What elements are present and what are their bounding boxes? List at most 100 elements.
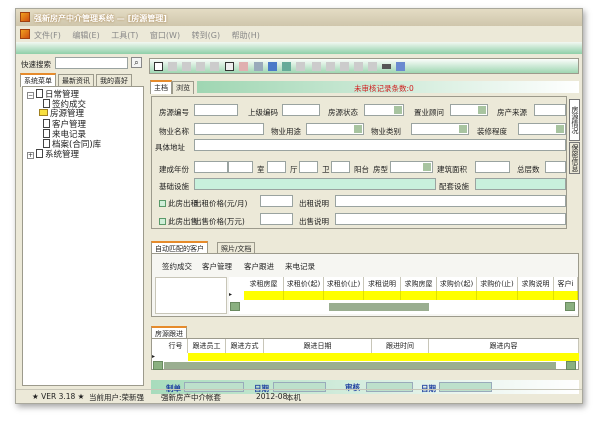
app-menu-icon[interactable] <box>20 29 30 39</box>
grid-cell[interactable] <box>437 291 477 300</box>
column-header[interactable]: 求租房屋 <box>244 277 284 291</box>
tab-main[interactable]: 主档 <box>150 80 172 94</box>
menu-file[interactable]: 文件(F) <box>34 31 61 40</box>
grid-cell[interactable] <box>554 291 578 300</box>
column-header[interactable]: 求购价(止) <box>477 277 518 291</box>
undo-icon[interactable] <box>210 62 219 71</box>
year-input[interactable] <box>194 161 228 173</box>
sale-note-input[interactable] <box>335 213 566 225</box>
find-icon[interactable] <box>282 62 291 71</box>
grid-cell[interactable] <box>518 291 554 300</box>
menu-tools[interactable]: 工具(T) <box>111 31 138 40</box>
grid-cell[interactable] <box>188 353 226 361</box>
btn-customer-follow[interactable]: 客户跟进 <box>244 261 274 272</box>
menu-help[interactable]: 帮助(H) <box>232 31 260 40</box>
column-header[interactable]: 求购房屋 <box>401 277 437 291</box>
grid-cell[interactable] <box>477 291 518 300</box>
rent-note-input[interactable] <box>335 195 566 207</box>
grid-cell[interactable] <box>244 291 284 300</box>
column-header[interactable]: 客户i <box>554 277 578 291</box>
hall-input[interactable] <box>299 161 318 173</box>
preview-icon[interactable] <box>254 62 263 71</box>
menu-window[interactable]: 窗口(W) <box>150 31 180 40</box>
grid-cell[interactable] <box>164 353 188 361</box>
refresh-icon[interactable] <box>225 62 234 71</box>
scroll-right-button[interactable] <box>565 302 575 311</box>
edit-icon[interactable] <box>168 62 177 71</box>
follow-grid[interactable]: ▸ 行号 跟进员工 跟进方式 跟进日期 跟进时间 跟进内容 <box>151 338 579 370</box>
menu-goto[interactable]: 转到(G) <box>192 31 220 40</box>
checkbox-icon[interactable] <box>159 218 166 225</box>
calc-icon[interactable] <box>312 62 321 71</box>
column-header[interactable]: 求租说明 <box>364 277 401 291</box>
last-icon[interactable] <box>368 62 377 71</box>
column-header[interactable]: 求租价(止) <box>324 277 364 291</box>
use-select[interactable] <box>306 123 364 135</box>
delete-icon[interactable] <box>239 62 248 71</box>
column-header[interactable]: 跟进内容 <box>429 339 579 353</box>
infrastructure-input[interactable] <box>194 178 436 190</box>
grid-cell[interactable] <box>364 291 401 300</box>
checkbox-icon[interactable] <box>159 200 166 207</box>
search-icon[interactable]: ⌕ <box>131 57 142 68</box>
prev-icon[interactable] <box>340 62 349 71</box>
expand-icon[interactable]: + <box>27 152 34 159</box>
column-header[interactable]: 求租价(起) <box>284 277 324 291</box>
grid-cell[interactable] <box>284 291 324 300</box>
bath-input[interactable] <box>331 161 350 173</box>
exit-icon[interactable] <box>396 62 405 71</box>
cut-icon[interactable] <box>182 62 191 71</box>
parent-code-input[interactable] <box>282 104 320 116</box>
column-header[interactable]: 求购价(起) <box>437 277 477 291</box>
rent-checkbox[interactable]: 此房出租 <box>159 198 198 209</box>
glasses-icon[interactable] <box>382 64 391 69</box>
save-icon[interactable] <box>196 62 205 71</box>
horizontal-scrollbar-thumb[interactable] <box>329 303 429 311</box>
scroll-left-button[interactable] <box>230 302 240 311</box>
tree-node-system[interactable]: + 系统管理 <box>27 149 79 160</box>
type-select[interactable] <box>411 123 469 135</box>
column-header[interactable]: 跟进日期 <box>264 339 372 353</box>
address-input[interactable] <box>194 139 566 151</box>
property-name-input[interactable] <box>194 123 264 135</box>
grid-cell[interactable] <box>264 353 372 361</box>
area-input[interactable] <box>475 161 510 173</box>
menu-edit[interactable]: 编辑(E) <box>72 31 99 40</box>
column-header[interactable]: 跟进员工 <box>188 339 226 353</box>
room-input[interactable] <box>267 161 286 173</box>
tree-node-listings[interactable]: 房源管理 <box>39 109 84 119</box>
status-select[interactable] <box>364 104 404 116</box>
code-input[interactable] <box>194 104 238 116</box>
grid-cell[interactable] <box>401 291 437 300</box>
side-tab-listing-info[interactable]: 房源情况 <box>569 99 580 141</box>
horizontal-scrollbar-thumb[interactable] <box>164 362 556 369</box>
column-header[interactable]: 跟进时间 <box>372 339 429 353</box>
next-icon[interactable] <box>354 62 363 71</box>
layout-select[interactable] <box>390 161 433 173</box>
grid-cell[interactable] <box>324 291 364 300</box>
side-tab-confidential[interactable]: 保密信息 <box>569 142 580 174</box>
match-grid[interactable]: ▸ 求租房屋 求租价(起) 求租价(止) 求租说明 求购房屋 求购价(起) 求购价(止) 求购说… <box>229 277 578 314</box>
quick-search-input[interactable] <box>55 57 128 69</box>
first-icon[interactable] <box>326 62 335 71</box>
btn-contract[interactable]: 签约成交 <box>162 261 192 272</box>
collapse-icon[interactable]: − <box>27 92 34 99</box>
grid-cell[interactable] <box>226 353 264 361</box>
facilities-input[interactable] <box>475 178 566 190</box>
grid-cell[interactable] <box>429 353 579 361</box>
rent-price-input[interactable] <box>260 195 293 207</box>
tab-browse[interactable]: 浏览 <box>172 81 194 94</box>
agent-select[interactable] <box>450 104 488 116</box>
source-input[interactable] <box>534 104 566 116</box>
filter-icon[interactable] <box>296 62 305 71</box>
column-header[interactable]: 求购说明 <box>518 277 554 291</box>
column-header[interactable]: 跟进方式 <box>226 339 264 353</box>
floors-input[interactable] <box>545 161 566 173</box>
year-input-2[interactable] <box>228 161 253 173</box>
column-header[interactable]: 行号 <box>164 339 188 353</box>
print-icon[interactable] <box>268 62 277 71</box>
btn-call-records[interactable]: 来电记录 <box>285 261 315 272</box>
grid-cell[interactable] <box>372 353 429 361</box>
decoration-select[interactable] <box>518 123 566 135</box>
sale-checkbox[interactable]: 此房出售 <box>159 216 198 227</box>
